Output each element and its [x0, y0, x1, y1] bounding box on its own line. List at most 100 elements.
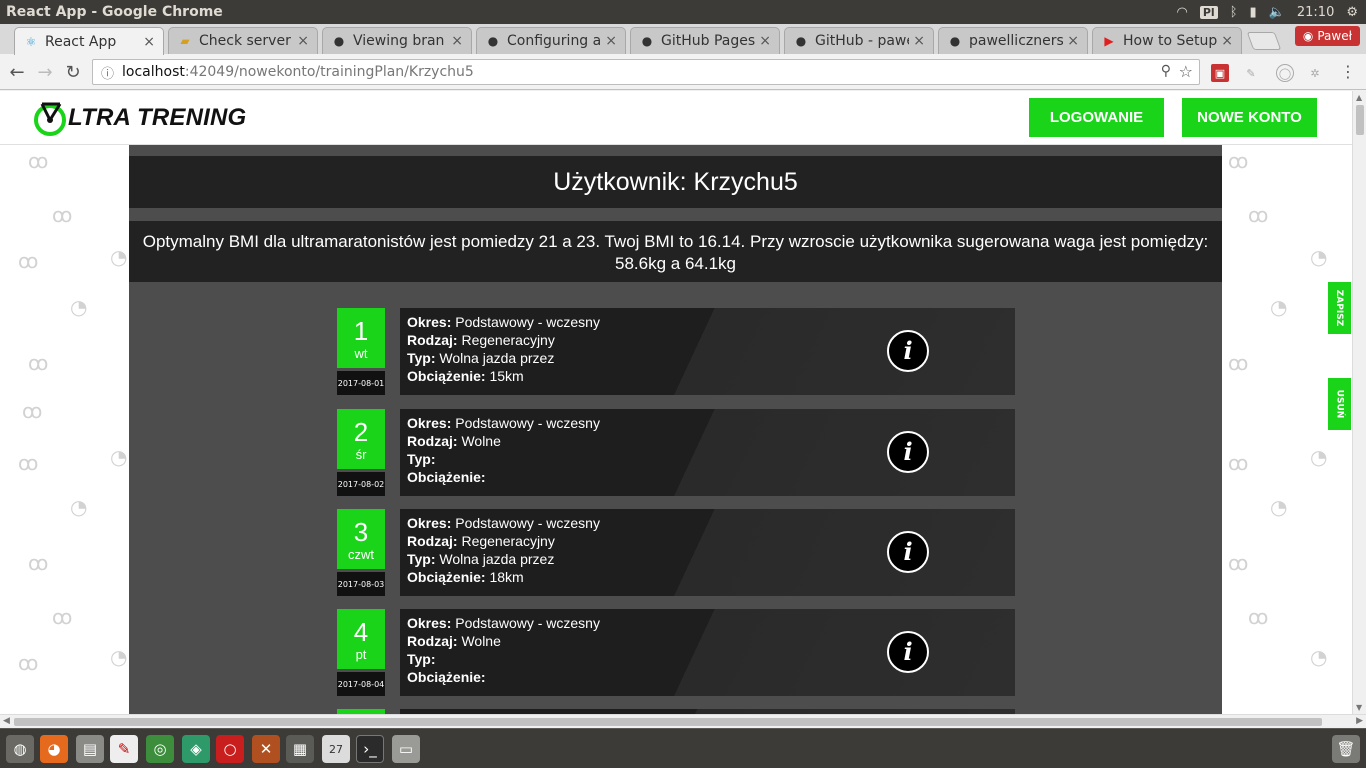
login-button[interactable]: LOGOWANIE: [1029, 98, 1164, 137]
window-title: React App - Google Chrome: [6, 4, 223, 20]
app-logo[interactable]: LTRA TRENING: [32, 98, 246, 138]
logo-stopwatch-icon: [34, 102, 66, 136]
text-editor-icon[interactable]: ✎: [110, 735, 138, 763]
wifi-icon[interactable]: ◠: [1177, 5, 1188, 20]
forward-arrow-icon[interactable]: →: [34, 61, 56, 83]
page-viewport: ꝏ ꝏ ꝏ ꝏ ◔ ◔ ꝏ ꝏ ◔ ꝏ ◔ ꝏ ꝏ ꝏ ◔ ꝏ ꝏ ◔ ꝏ ◔ …: [0, 91, 1352, 714]
terminal-icon[interactable]: ›_: [356, 735, 384, 763]
close-icon[interactable]: ×: [605, 33, 617, 49]
scroll-up-icon[interactable]: ▲: [1356, 93, 1362, 102]
firefox-icon[interactable]: ◕: [40, 735, 68, 763]
period-value: Podstawowy - wczesny: [455, 415, 600, 431]
period-row: Okres: Podstawowy - wczesny: [407, 515, 600, 531]
android-studio-icon[interactable]: ◈: [182, 735, 210, 763]
bike-pattern-icon: ꝏ: [52, 203, 73, 227]
scrollbar-thumb[interactable]: [1356, 105, 1364, 135]
day-details-card: Okres: Podstawowy - wczesny Rodzaj: Woln…: [400, 409, 1015, 496]
training-day-item: 2 śr 2017-08-02 Okres: Podstawowy - wcze…: [337, 409, 1015, 496]
bike-pattern-icon: ◔: [110, 445, 128, 469]
drive-icon[interactable]: ▭: [392, 735, 420, 763]
horizontal-scrollbar[interactable]: ◀ ▶: [0, 714, 1366, 728]
load-row: Obciążenie: 15km: [407, 368, 524, 384]
address-bar[interactable]: ⓘ localhost:42049/nowekonto/trainingPlan…: [92, 59, 1200, 85]
bike-pattern-icon: ◔: [1310, 645, 1328, 669]
back-arrow-icon[interactable]: ←: [6, 61, 28, 83]
github-icon: ●: [641, 34, 653, 48]
profile-button[interactable]: ◉ Paweł: [1294, 26, 1360, 46]
reload-icon[interactable]: ↻: [62, 61, 84, 83]
volume-icon[interactable]: 🔈: [1269, 5, 1285, 20]
info-icon[interactable]: i: [887, 631, 929, 673]
tab-how-to-setup[interactable]: ▶ How to Setup ×: [1092, 27, 1242, 54]
tab-github-pawel[interactable]: ● GitHub - pawe ×: [784, 27, 934, 54]
dash-icon[interactable]: ◍: [6, 735, 34, 763]
browser-menu-icon[interactable]: ⋮: [1340, 62, 1356, 81]
day-number: 1: [353, 316, 369, 346]
bike-pattern-icon: ꝏ: [22, 399, 43, 423]
period-value: Podstawowy - wczesny: [455, 314, 600, 330]
system-tools-icon[interactable]: ✕: [252, 735, 280, 763]
day-number: 3: [353, 517, 369, 547]
bmi-info-bar: Optymalny BMI dla ultramaratonistów jest…: [129, 221, 1222, 282]
day-details-card: Okres: Podstawowy - wczesny Rodzaj: Rege…: [400, 509, 1015, 596]
logo-text: LTRA TRENING: [68, 104, 247, 131]
extension-red-icon[interactable]: ▣: [1211, 64, 1229, 82]
battery-icon[interactable]: ▮: [1250, 5, 1257, 20]
day-badge: 3 czwt: [337, 509, 385, 569]
close-icon[interactable]: ×: [1067, 33, 1079, 49]
github-icon: ●: [487, 34, 499, 48]
day-details-card: Okres: Podstawowy - wczesny Rodzaj: Woln…: [400, 609, 1015, 696]
day-details-card: Okres: Podstawowy - wczesny Rodzaj: Rege…: [400, 308, 1015, 395]
chrome-icon[interactable]: ◎: [146, 735, 174, 763]
scroll-down-icon[interactable]: ▼: [1356, 703, 1362, 712]
tab-github-pages[interactable]: ● GitHub Pages ×: [630, 27, 780, 54]
tab-pawelliczners[interactable]: ● pawelliczners ×: [938, 27, 1088, 54]
info-icon[interactable]: i: [887, 531, 929, 573]
settings-gear-icon[interactable]: ⚙: [1346, 5, 1358, 20]
calendar-icon[interactable]: 27: [322, 735, 350, 763]
opera-icon[interactable]: ○: [216, 735, 244, 763]
keyboard-layout-indicator[interactable]: Pl: [1199, 5, 1218, 19]
close-icon[interactable]: ×: [1221, 33, 1233, 49]
bookmark-star-icon[interactable]: ☆: [1179, 62, 1193, 81]
calculator-icon[interactable]: ▦: [286, 735, 314, 763]
react-icon: ⚛: [25, 34, 37, 49]
zoom-icon[interactable]: ⚲: [1161, 63, 1171, 79]
extension-feather-icon[interactable]: ✎: [1242, 64, 1260, 82]
new-tab-button[interactable]: [1246, 32, 1282, 50]
load-value: 18km: [489, 569, 524, 585]
tab-react-app[interactable]: ⚛ React App ×: [14, 27, 164, 55]
vertical-scrollbar[interactable]: ▲ ▼: [1352, 91, 1366, 714]
training-day-item: 1 wt 2017-08-01 Okres: Podstawowy - wcze…: [337, 308, 1015, 395]
extension-gear-icon[interactable]: ✲: [1306, 64, 1324, 82]
tab-check-server[interactable]: ▰ Check server ×: [168, 27, 318, 54]
bike-pattern-icon: ◔: [1310, 445, 1328, 469]
info-page-icon[interactable]: ⓘ: [101, 63, 114, 82]
scrollbar-thumb[interactable]: [14, 718, 1322, 726]
extension-circle-icon[interactable]: ◯: [1276, 64, 1294, 82]
clock[interactable]: 21:10: [1297, 5, 1334, 20]
close-icon[interactable]: ×: [759, 33, 771, 49]
load-row: Obciążenie:: [407, 469, 486, 485]
info-icon[interactable]: i: [887, 330, 929, 372]
delete-button[interactable]: USUŃ: [1328, 378, 1351, 430]
tab-configuring[interactable]: ● Configuring a ×: [476, 27, 626, 54]
scroll-right-icon[interactable]: ▶: [1356, 716, 1363, 726]
load-row: Obciążenie: 18km: [407, 569, 524, 585]
new-account-button[interactable]: NOWE KONTO: [1182, 98, 1317, 137]
info-icon[interactable]: i: [887, 431, 929, 473]
bike-pattern-icon: ◔: [70, 495, 88, 519]
scroll-left-icon[interactable]: ◀: [3, 716, 10, 726]
tab-viewing-branch[interactable]: ● Viewing bran ×: [322, 27, 472, 54]
trash-icon[interactable]: 🗑: [1332, 735, 1360, 763]
save-button[interactable]: ZAPISZ: [1328, 282, 1351, 334]
close-icon[interactable]: ×: [913, 33, 925, 49]
period-row: Okres: Podstawowy - wczesny: [407, 615, 600, 631]
close-icon[interactable]: ×: [451, 33, 463, 49]
bluetooth-icon[interactable]: ᛒ: [1230, 5, 1238, 20]
close-icon[interactable]: ×: [297, 33, 309, 49]
server-icon: ▰: [180, 34, 190, 48]
close-icon[interactable]: ×: [143, 34, 155, 50]
files-icon[interactable]: ▤: [76, 735, 104, 763]
github-icon: ●: [949, 34, 961, 48]
